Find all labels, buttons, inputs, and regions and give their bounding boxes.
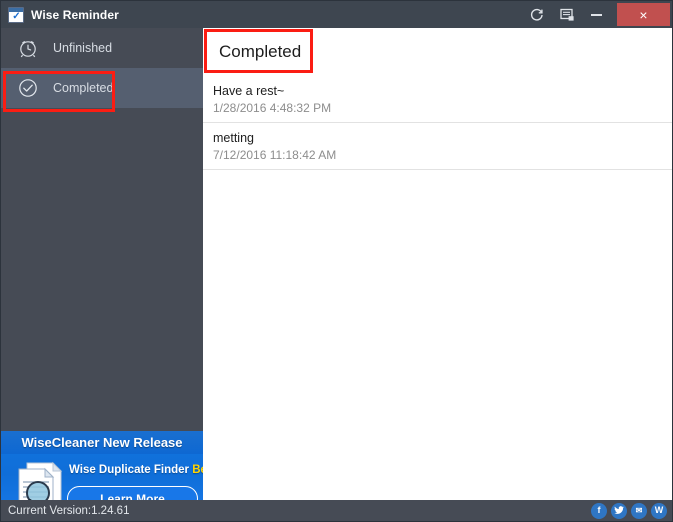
- version-label: Current Version:1.24.61: [8, 504, 130, 517]
- task-row[interactable]: metting 7/12/2016 11:18:42 AM: [203, 123, 672, 170]
- facebook-icon[interactable]: f: [591, 502, 607, 519]
- close-icon: ×: [639, 6, 648, 23]
- completed-task-list: Have a rest~ 1/28/2016 4:48:32 PM mettin…: [203, 75, 672, 170]
- email-icon[interactable]: ✉: [631, 502, 647, 519]
- feedback-icon[interactable]: [552, 1, 582, 28]
- sidebar-item-unfinished-label: Unfinished: [53, 41, 113, 55]
- feedback-glyph: [559, 8, 574, 21]
- wise-reminder-window: ✓ Wise Reminder × Unfinished Completed W…: [0, 0, 673, 522]
- page-title: Completed: [219, 41, 302, 61]
- promo-product-name: Wise Duplicate Finder: [69, 464, 190, 476]
- title-bar-controls: ×: [522, 1, 672, 28]
- title-bar: ✓ Wise Reminder ×: [1, 1, 672, 28]
- close-button[interactable]: ×: [617, 3, 670, 26]
- title-bar-left: ✓ Wise Reminder: [1, 6, 119, 23]
- social-links: f ✉ W: [591, 502, 672, 519]
- status-bar: Current Version:1.24.61 f ✉ W: [1, 500, 672, 521]
- refresh-icon[interactable]: [522, 1, 552, 28]
- content-area: Completed Have a rest~ 1/28/2016 4:48:32…: [203, 28, 672, 500]
- task-title: metting: [213, 131, 254, 145]
- window-title: Wise Reminder: [31, 7, 119, 22]
- task-title: Have a rest~: [213, 84, 285, 98]
- minimize-button[interactable]: [582, 1, 610, 28]
- task-row[interactable]: Have a rest~ 1/28/2016 4:48:32 PM: [203, 76, 672, 123]
- promo-product: Wise Duplicate Finder Beta: [69, 464, 203, 476]
- wisecleaner-icon[interactable]: W: [651, 502, 667, 519]
- promo-beta-badge: Beta: [192, 464, 203, 476]
- sidebar-item-completed[interactable]: Completed: [1, 68, 203, 108]
- task-date: 7/12/2016 11:18:42 AM: [213, 148, 337, 162]
- calendar-check-icon: ✓: [8, 6, 24, 23]
- minimize-icon: [590, 13, 602, 16]
- task-date: 1/28/2016 4:48:32 PM: [213, 101, 332, 115]
- sidebar: Unfinished Completed WiseCleaner New Rel…: [1, 28, 203, 521]
- twitter-bird-glyph: [614, 506, 624, 514]
- twitter-icon[interactable]: [611, 502, 627, 519]
- sidebar-item-unfinished[interactable]: Unfinished: [1, 28, 203, 68]
- alarm-clock-icon: [17, 37, 39, 59]
- promo-header: WiseCleaner New Release: [1, 431, 203, 454]
- check-circle-icon: [17, 77, 39, 99]
- refresh-glyph: [530, 8, 543, 21]
- sidebar-item-completed-label: Completed: [53, 81, 114, 95]
